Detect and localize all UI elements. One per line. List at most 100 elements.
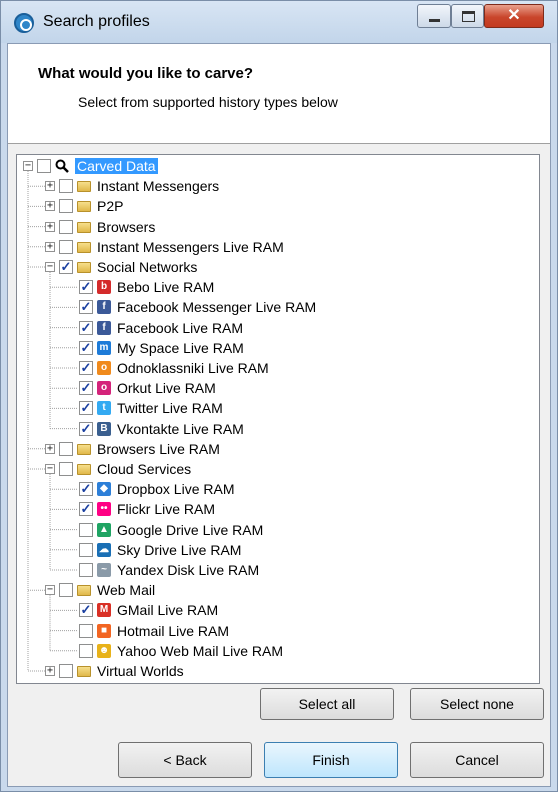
expand-icon[interactable]: + (45, 666, 55, 676)
checkbox-checked[interactable]: ✓ (59, 260, 73, 274)
folder-icon (77, 221, 91, 233)
dropbox-icon: ◆ (97, 482, 111, 497)
checkbox-unchecked[interactable] (79, 643, 93, 658)
checkbox-checked[interactable]: ✓ (79, 340, 93, 355)
back-button[interactable]: < Back (118, 742, 252, 778)
flickr-icon: •• (97, 502, 111, 517)
tree-node-label: Browsers Live RAM (97, 440, 220, 457)
tree-node-browsers[interactable]: + Browsers (17, 217, 537, 237)
checkbox-checked[interactable]: ✓ (79, 381, 93, 396)
tree-node-web-mail[interactable]: − Web Mail (17, 580, 537, 600)
tree-node-odnoklassniki-live-ram[interactable]: ✓ o Odnoklassniki Live RAM (17, 358, 537, 378)
checkbox-checked[interactable]: ✓ (79, 482, 93, 497)
minimize-icon (429, 19, 440, 22)
checkbox-checked[interactable]: ✓ (79, 401, 93, 416)
magnifier-icon (55, 159, 69, 173)
tree-node-label: Sky Drive Live RAM (117, 541, 242, 558)
folder-icon (77, 181, 91, 193)
tree-node-label: Orkut Live RAM (117, 380, 216, 397)
maximize-icon (462, 11, 475, 22)
page-title: What would you like to carve? (38, 65, 254, 82)
expand-icon[interactable]: + (45, 201, 55, 212)
tree-node-label: P2P (97, 198, 124, 215)
tree-node-hotmail-live-ram[interactable]: ■ Hotmail Live RAM (17, 621, 537, 641)
checkbox-unchecked[interactable] (37, 159, 51, 173)
tree-node-label: My Space Live RAM (117, 339, 244, 356)
checkbox-checked[interactable]: ✓ (79, 320, 93, 335)
checkbox-unchecked[interactable] (59, 441, 73, 456)
checkbox-unchecked[interactable] (59, 219, 73, 234)
checkbox-checked[interactable]: ✓ (79, 502, 93, 517)
tree-node-label: Cloud Services (97, 461, 192, 477)
checkbox-unchecked[interactable] (59, 179, 73, 194)
expand-icon[interactable]: + (45, 221, 55, 232)
checkbox-unchecked[interactable] (59, 239, 73, 254)
minimize-button[interactable] (417, 4, 451, 28)
collapse-icon[interactable]: − (45, 262, 55, 272)
tree-node-orkut-live-ram[interactable]: ✓ o Orkut Live RAM (17, 378, 537, 398)
checkbox-checked[interactable]: ✓ (79, 280, 93, 295)
app-icon (14, 13, 34, 33)
checkbox-unchecked[interactable] (79, 542, 93, 557)
checkbox-checked[interactable]: ✓ (79, 603, 93, 618)
window-title: Search profiles (43, 13, 150, 30)
expand-icon[interactable]: + (45, 181, 55, 192)
collapse-icon[interactable]: − (45, 464, 55, 474)
bebo-icon: b (97, 280, 111, 295)
tree-node-cloud-services[interactable]: − Cloud Services (17, 459, 537, 479)
tree-node-bebo-live-ram[interactable]: ✓ b Bebo Live RAM (17, 277, 537, 297)
tree-node-carved-data[interactable]: − Carved Data (17, 156, 537, 176)
tree-node-flickr-live-ram[interactable]: ✓ •• Flickr Live RAM (17, 499, 537, 519)
tree-node-vkontakte-live-ram[interactable]: ✓ B Vkontakte Live RAM (17, 419, 537, 439)
collapse-icon[interactable]: − (45, 585, 55, 596)
expand-icon[interactable]: + (45, 443, 55, 454)
tree-node-label: Dropbox Live RAM (117, 481, 235, 498)
tree-node-yahoo-web-mail-live-ram[interactable]: ☻ Yahoo Web Mail Live RAM (17, 641, 537, 661)
tree-node-gmail-live-ram[interactable]: ✓ M GMail Live RAM (17, 600, 537, 620)
hotmail-icon: ■ (97, 623, 111, 638)
cancel-button[interactable]: Cancel (410, 742, 544, 778)
checkbox-unchecked[interactable] (59, 199, 73, 214)
tree-node-facebook-messenger-live-ram[interactable]: ✓ f Facebook Messenger Live RAM (17, 297, 537, 317)
folder-icon (77, 666, 91, 677)
folder-icon (77, 241, 91, 253)
checkbox-checked[interactable]: ✓ (79, 300, 93, 315)
tree-node-facebook-live-ram[interactable]: ✓ f Facebook Live RAM (17, 318, 537, 338)
history-type-tree[interactable]: − Carved Data + Instant Messengers + P2P + Brow… (16, 154, 540, 684)
tree-node-my-space-live-ram[interactable]: ✓ m My Space Live RAM (17, 338, 537, 358)
finish-button[interactable]: Finish (264, 742, 398, 778)
maximize-button[interactable] (451, 4, 484, 28)
checkbox-unchecked[interactable] (79, 623, 93, 638)
tree-node-twitter-live-ram[interactable]: ✓ t Twitter Live RAM (17, 398, 537, 418)
checkbox-checked[interactable]: ✓ (79, 421, 93, 436)
checkbox-unchecked[interactable] (79, 563, 93, 577)
tree-node-label: GMail Live RAM (117, 602, 219, 619)
select-none-button[interactable]: Select none (410, 688, 544, 720)
tree-node-google-drive-live-ram[interactable]: ▲ Google Drive Live RAM (17, 520, 537, 540)
checkbox-unchecked[interactable] (59, 462, 73, 476)
checkbox-checked[interactable]: ✓ (79, 361, 93, 375)
checkbox-unchecked[interactable] (59, 664, 73, 678)
tree-node-label: Instant Messengers Live RAM (97, 238, 284, 255)
tree-node-dropbox-live-ram[interactable]: ✓ ◆ Dropbox Live RAM (17, 479, 537, 499)
folder-icon (77, 464, 91, 475)
close-button[interactable]: ✕ (484, 4, 544, 28)
tree-node-instant-messengers-live-ram[interactable]: + Instant Messengers Live RAM (17, 237, 537, 257)
title-bar[interactable]: Search profiles ✕ (1, 1, 557, 43)
checkbox-unchecked[interactable] (59, 583, 73, 598)
tree-node-sky-drive-live-ram[interactable]: ☁ Sky Drive Live RAM (17, 540, 537, 560)
tree-node-p2p[interactable]: + P2P (17, 196, 537, 216)
tree-node-virtual-worlds[interactable]: + Virtual Worlds (17, 661, 537, 681)
tree-node-instant-messengers[interactable]: + Instant Messengers (17, 176, 537, 196)
tree-node-browsers-live-ram[interactable]: + Browsers Live RAM (17, 439, 537, 459)
dialog-body: What would you like to carve? Select fro… (7, 43, 551, 787)
gmail-icon: M (97, 603, 111, 618)
folder-icon (77, 262, 91, 273)
select-all-button[interactable]: Select all (260, 688, 394, 720)
collapse-icon[interactable]: − (23, 161, 33, 171)
tree-node-social-networks[interactable]: − ✓ Social Networks (17, 257, 537, 277)
vkontakte-icon: B (97, 421, 111, 436)
checkbox-unchecked[interactable] (79, 522, 93, 537)
tree-node-yandex-disk-live-ram[interactable]: ~ Yandex Disk Live RAM (17, 560, 537, 580)
expand-icon[interactable]: + (45, 241, 55, 252)
